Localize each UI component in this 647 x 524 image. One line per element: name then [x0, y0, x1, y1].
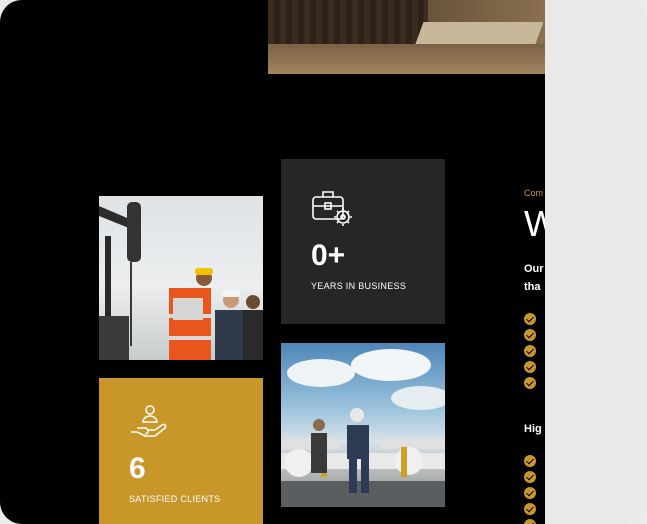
- hand-person-icon: [129, 402, 169, 447]
- lead-text-line2: tha: [524, 281, 541, 293]
- section-heading: W: [524, 203, 545, 244]
- check-icon: [524, 519, 536, 524]
- check-icon: [524, 361, 536, 373]
- stat-label: SATISFIED CLIENTS: [129, 494, 221, 504]
- satisfied-clients-card: 6 SATISFIED CLIENTS: [99, 378, 263, 524]
- section-subheading: Hig: [524, 423, 542, 435]
- stat-number: 0+: [311, 239, 346, 272]
- stat-number: 6: [129, 452, 146, 485]
- check-icon: [524, 471, 536, 483]
- check-icon: [524, 377, 536, 389]
- checklist-bottom: [524, 455, 536, 524]
- check-icon: [524, 313, 536, 325]
- check-icon: [524, 345, 536, 357]
- pipeline-workers-photo: [281, 343, 445, 507]
- stat-label: YEARS IN BUSINESS: [311, 281, 407, 291]
- check-icon: [524, 455, 536, 467]
- check-icon: [524, 329, 536, 341]
- briefcase-gear-icon: [311, 187, 353, 232]
- section-eyebrow: Com: [524, 188, 544, 198]
- check-icon: [524, 487, 536, 499]
- warehouse-photo: [268, 0, 545, 74]
- check-icon: [524, 503, 536, 515]
- lead-text-line1: Our: [524, 263, 544, 275]
- checklist-top: [524, 313, 536, 393]
- page-frame: 0+ YEARS IN BUSINESS 6 SATISFIED CLIENTS…: [0, 0, 545, 524]
- oil-workers-photo: [99, 196, 263, 360]
- side-panel: [545, 0, 647, 524]
- years-in-business-card: 0+ YEARS IN BUSINESS: [281, 159, 445, 324]
